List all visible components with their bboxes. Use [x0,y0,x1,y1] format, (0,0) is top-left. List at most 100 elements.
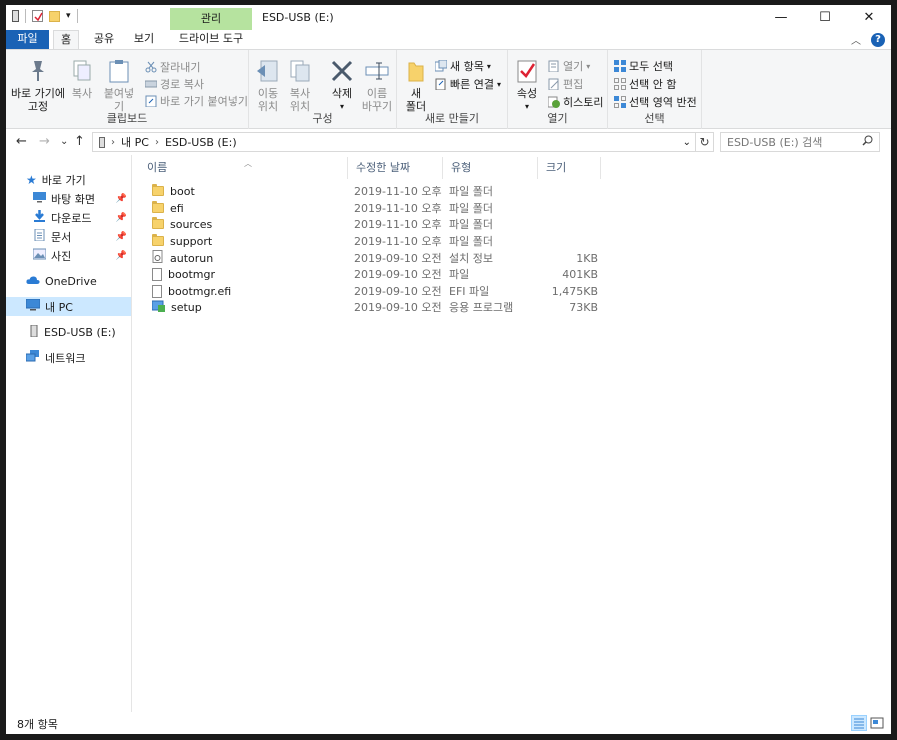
pictures-icon [32,248,47,263]
search-box[interactable]: ESD-USB (E:) 검색 [720,132,880,152]
edit-icon [548,78,560,91]
nav-network[interactable]: 네트워크 [6,348,131,367]
paste-button[interactable]: 붙여넣기 [99,58,139,113]
column-header-date[interactable]: 수정한 날짜 [348,157,443,179]
file-row-efi[interactable]: efi 2019-11-10 오후 ... 파일 폴더 [147,200,607,216]
column-date-label: 수정한 날짜 [356,161,411,174]
rename-button[interactable]: 이름 바꾸기 [359,58,395,113]
new-item-button[interactable]: 새 항목 ▾ [434,58,491,74]
paste-shortcut-button[interactable]: 바로 가기 붙여넣기 [145,93,248,109]
tab-drive-tools[interactable]: 드라이브 도구 [170,30,252,49]
chevron-right-icon[interactable]: › [111,137,115,148]
usb-drive-icon [99,136,105,148]
clipboard-group: 바로 가기에 고정 복사 붙여넣기 잘라내기 경로 복사 바로 가기 붙여넣기 [6,50,249,129]
open-button[interactable]: 열기 ▾ [548,58,590,74]
easy-access-button[interactable]: 빠른 연결 ▾ [435,76,501,92]
pin-icon[interactable]: 📌 [116,213,127,223]
file-row-bootmgr-efi[interactable]: bootmgr.efi 2019-09-10 오전 ... EFI 파일 1,4… [147,283,607,299]
file-name: autorun [170,251,214,265]
history-label: 히스토리 [563,96,604,109]
properties-icon[interactable] [32,10,43,22]
open-group-label: 열기 [547,112,568,125]
column-header-name[interactable]: 이름 ︿ [139,157,348,179]
item-count: 8개 항목 [17,718,58,731]
star-icon: ★ [26,172,37,187]
pin-quick-access-button[interactable]: 바로 가기에 고정 [10,58,66,113]
move-to-button[interactable]: 이동 위치 [253,58,283,113]
edit-button[interactable]: 편집 [548,76,583,92]
documents-icon [33,228,46,244]
up-button[interactable]: ↑ [74,134,85,149]
new-folder-button[interactable]: 새 폴더 [403,58,429,113]
copy-to-button[interactable]: 복사 위치 [285,58,315,113]
back-button[interactable]: ← [16,134,27,149]
file-name-cell: autorun [147,250,350,266]
large-icons-view-button[interactable] [869,715,885,731]
breadcrumb-usb[interactable]: ESD-USB (E:) [165,136,237,149]
chevron-right-icon[interactable]: › [155,137,159,148]
refresh-button[interactable]: ↻ [696,132,714,152]
pin-icon[interactable]: 📌 [116,232,127,242]
column-header-size[interactable]: 크기 [538,157,601,179]
history-button[interactable]: 히스토리 [547,94,604,110]
nav-quick-access[interactable]: ★ 바로 가기 [6,170,131,189]
pin-icon[interactable]: 📌 [116,194,127,204]
copy-path-button[interactable]: 경로 복사 [144,76,204,92]
file-date: 2019-09-10 오전 ... [354,268,445,281]
file-row-sources[interactable]: sources 2019-11-10 오후 ... 파일 폴더 [147,216,607,232]
copy-button[interactable]: 복사 [68,58,96,100]
select-none-button[interactable]: 선택 안 함 [614,76,676,92]
tab-share[interactable]: 공유 [88,30,120,49]
file-row-bootmgr[interactable]: bootmgr 2019-09-10 오전 ... 파일 401KB [147,266,607,282]
address-row: ← → ⌄ ↑ › 내 PC › ESD-USB (E:) ⌄ ↻ ESD-US… [6,129,891,155]
forward-button[interactable]: → [39,134,50,149]
tab-home[interactable]: 홈 [53,30,79,49]
easy-access-icon [435,78,447,91]
chevron-down-icon: ▾ [586,61,591,71]
properties-button[interactable]: 속성 ▾ [514,58,540,113]
minimize-button[interactable]: — [759,5,803,30]
file-row-autorun[interactable]: autorun 2019-09-10 오전 ... 설치 정보 1KB [147,250,607,266]
maximize-button[interactable]: ☐ [803,5,847,30]
paste-shortcut-icon [145,95,157,108]
nav-usb-label: ESD-USB (E:) [44,326,116,339]
delete-button[interactable]: 삭제 ▾ [327,58,357,113]
customize-qat-icon[interactable]: ▾ [66,11,71,21]
details-view-button[interactable] [851,715,867,731]
tab-view[interactable]: 보기 [128,30,160,49]
nav-item-documents[interactable]: 문서 📌 [6,227,131,246]
tab-file[interactable]: 파일 [6,30,49,49]
context-tab-manage[interactable]: 관리 [170,8,252,30]
nav-quick-access-label: 바로 가기 [41,173,86,187]
column-header-type[interactable]: 유형 [443,157,538,179]
nav-item-pictures[interactable]: 사진 📌 [6,246,131,265]
nav-this-pc[interactable]: 내 PC [6,297,131,316]
breadcrumb-this-pc[interactable]: 내 PC [121,134,149,150]
new-folder-icon[interactable] [49,10,60,22]
new-group: 새 폴더 새 항목 ▾ 빠른 연결 ▾ 새로 만들기 [397,50,508,129]
file-row-boot[interactable]: boot 2019-11-10 오후 ... 파일 폴더 [147,183,607,199]
invert-selection-button[interactable]: 선택 영역 반전 [614,94,697,110]
nav-item-downloads[interactable]: 다운로드 📌 [6,208,131,227]
file-row-support[interactable]: support 2019-11-10 오후 ... 파일 폴더 [147,233,607,249]
file-name: bootmgr.efi [168,284,232,298]
open-group: 속성 ▾ 열기 ▾ 편집 히스토리 열기 [508,50,608,129]
address-dropdown-icon[interactable]: ⌄ [683,137,691,148]
nav-usb-drive[interactable]: ESD-USB (E:) [6,323,131,342]
nav-onedrive[interactable]: OneDrive [6,272,131,291]
recent-locations-button[interactable]: ⌄ [60,136,68,147]
file-date: 2019-11-10 오후 ... [354,235,445,248]
nav-item-label: 사진 [51,249,72,263]
cut-button[interactable]: 잘라내기 [145,59,200,75]
collapse-ribbon-icon[interactable]: ︿ [851,32,861,47]
file-row-setup[interactable]: setup 2019-09-10 오전 ... 응용 프로그램 73KB [147,299,607,315]
help-icon[interactable]: ? [871,32,885,47]
select-all-button[interactable]: 모두 선택 [614,58,673,74]
address-bar[interactable]: › 내 PC › ESD-USB (E:) ⌄ [92,132,696,152]
chevron-down-icon: ▾ [496,79,501,89]
close-button[interactable]: ✕ [847,5,891,30]
nav-item-desktop[interactable]: 바탕 화면 📌 [6,189,131,208]
pin-icon[interactable]: 📌 [116,251,127,261]
refresh-icon: ↻ [699,135,710,149]
folder-icon [152,217,164,229]
